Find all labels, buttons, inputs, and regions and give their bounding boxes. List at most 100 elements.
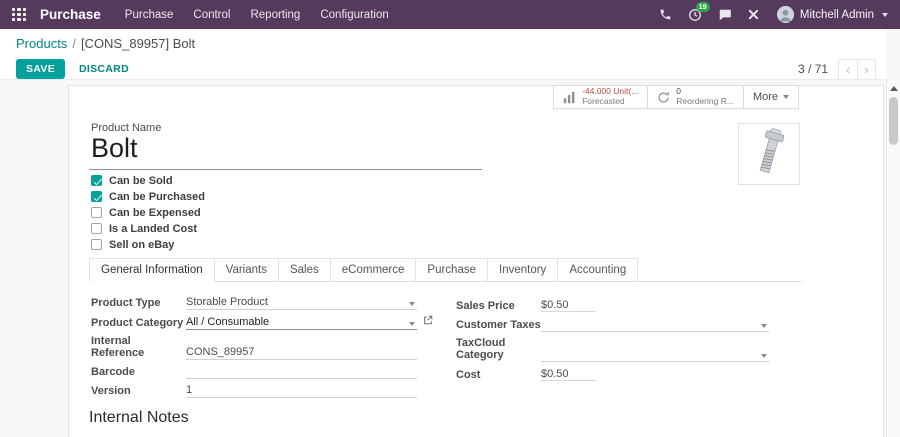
checkbox-icon[interactable] [91,239,102,251]
field-label: TaxCloud Category [456,337,506,361]
field-label: Barcode [91,365,136,378]
scroll-up-arrow-icon[interactable] [890,86,898,91]
close-icon[interactable] [740,9,767,20]
record-pager: 3 / 71 ‹ › [797,58,876,80]
stat-button-box: -44.000 Unit(... Forecasted 0 Reordering… [553,85,799,109]
fields-left-column: Product Type Storable Product Product Ca… [91,296,433,404]
tab-inventory[interactable]: Inventory [487,258,559,282]
field-cost: Cost $0.50 [456,368,769,382]
product-category-select[interactable]: All / Consumable [186,315,433,330]
checkbox-icon[interactable] [91,223,102,235]
field-label: Version [91,385,131,397]
cost-input[interactable]: $0.50 [541,368,769,382]
form-tabs: General Information Variants Sales eComm… [89,258,801,282]
product-image[interactable] [738,123,800,185]
activity-count-badge: 19 [695,1,710,12]
menu-purchase[interactable]: Purchase [115,9,184,21]
breadcrumb-products-link[interactable]: Products [16,36,67,51]
chevron-down-icon[interactable] [409,302,415,306]
chat-icon[interactable] [710,8,740,22]
external-link-icon[interactable] [423,315,433,328]
checkbox-label: Can be Sold [109,174,173,187]
checkbox-can-be-sold[interactable]: Can be Sold [91,175,205,187]
checkbox-label: Can be Expensed [109,206,201,219]
menu-control[interactable]: Control [183,9,240,21]
field-version: Version 1 [91,384,417,398]
chevron-down-icon[interactable] [761,323,767,328]
customer-taxes-select[interactable] [541,319,769,332]
user-name: Mitchell Admin [799,8,874,21]
save-button[interactable]: SAVE [16,59,66,79]
systray: 19 Mitchell Admin [651,1,892,23]
field-product-category: Product Category All / Consumable [91,315,433,330]
checkbox-can-be-expensed[interactable]: Can be Expensed [91,207,205,219]
internal-notes-title: Internal Notes [89,409,189,426]
purchase-product-form-page: Purchase Purchase Control Reporting Conf… [0,0,900,437]
forecasted-label: Forecasted [582,96,625,106]
field-value: $0.50 [541,368,596,381]
user-menu[interactable]: Mitchell Admin [767,6,892,23]
reordering-label: Reordering R... [676,96,734,106]
activity-clock-icon[interactable]: 19 [680,1,710,22]
checkbox-label: Sell on eBay [109,238,175,251]
menu-reporting[interactable]: Reporting [240,9,310,21]
scrollbar-thumb[interactable] [889,97,898,145]
tab-variants[interactable]: Variants [213,258,279,282]
field-value: All / Consumable [186,315,270,328]
product-form-sheet: -44.000 Unit(... Forecasted 0 Reordering… [68,85,884,437]
checkbox-icon[interactable] [91,191,102,203]
app-name[interactable]: Purchase [40,7,101,22]
tab-sales[interactable]: Sales [277,258,331,282]
tab-general-information[interactable]: General Information [89,258,215,282]
discard-button[interactable]: DISCARD [79,63,129,75]
product-name-input[interactable]: Bolt [89,133,482,170]
field-customer-taxes: Customer Taxes [456,319,769,332]
internal-reference-input[interactable]: CONS_89957 [186,346,417,360]
more-label: More [752,91,778,103]
pager-next-button[interactable]: › [857,59,875,79]
menu-configuration[interactable]: Configuration [310,9,398,21]
sales-price-input[interactable]: $0.50 [541,299,769,313]
field-label: Sales Price [456,300,515,312]
checkbox-can-be-purchased[interactable]: Can be Purchased [91,191,205,203]
barcode-input[interactable] [186,366,417,379]
checkbox-label: Can be Purchased [109,190,205,203]
pager-count: 3 / 71 [797,62,828,76]
tab-purchase[interactable]: Purchase [415,258,488,282]
top-navbar: Purchase Purchase Control Reporting Conf… [0,0,900,29]
breadcrumb-current: [CONS_89957] Bolt [80,36,196,51]
chevron-down-icon[interactable] [761,354,767,358]
content-area: -44.000 Unit(... Forecasted 0 Reordering… [0,80,886,437]
taxcloud-category-select[interactable] [541,349,769,362]
field-barcode: Barcode [91,366,417,379]
checkbox-sell-on-ebay[interactable]: Sell on eBay [91,239,205,251]
chevron-down-icon[interactable] [409,321,415,326]
refresh-icon [658,91,670,103]
apps-grid-icon[interactable] [12,7,26,22]
fields-right-column: Sales Price $0.50 Customer Taxes TaxClou… [456,299,769,387]
version-input[interactable]: 1 [186,384,417,398]
field-value: $0.50 [541,299,596,312]
tab-accounting[interactable]: Accounting [557,258,639,282]
checkbox-icon[interactable] [91,175,102,187]
field-value: 1 [186,384,193,396]
main-menu: Purchase Control Reporting Configuration [115,9,399,21]
field-taxcloud-category: TaxCloud Category [456,337,769,362]
stat-button-reordering[interactable]: 0 Reordering R... [647,85,744,109]
field-label: Cost [456,368,481,381]
avatar [776,6,794,23]
tab-ecommerce[interactable]: eCommerce [329,258,417,282]
product-flags: Can be Sold Can be Purchased Can be Expe… [91,175,205,255]
vertical-scrollbar[interactable] [886,80,900,437]
checkbox-is-a-landed-cost[interactable]: Is a Landed Cost [91,223,205,235]
more-button[interactable]: More [742,85,799,109]
form-action-bar: SAVE DISCARD 3 / 71 ‹ › [0,58,886,80]
stat-button-forecasted[interactable]: -44.000 Unit(... Forecasted [553,85,649,109]
phone-icon[interactable] [651,8,680,21]
field-label: Internal Reference [91,335,145,359]
product-type-select[interactable]: Storable Product [186,296,417,310]
breadcrumb-separator: / [72,36,76,51]
chevron-down-icon [783,95,789,99]
checkbox-icon[interactable] [91,207,102,219]
pager-prev-button[interactable]: ‹ [839,59,857,79]
